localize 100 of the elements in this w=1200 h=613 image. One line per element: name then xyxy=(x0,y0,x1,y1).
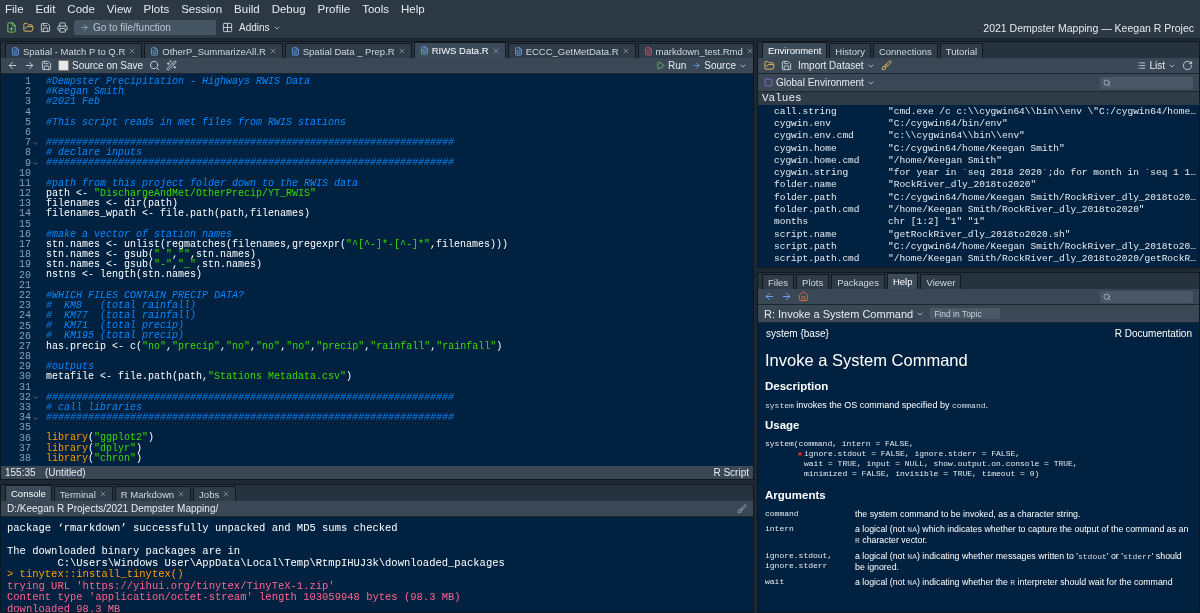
refresh-icon[interactable] xyxy=(1182,60,1193,71)
close-icon[interactable] xyxy=(268,47,277,55)
forward-icon[interactable] xyxy=(781,291,792,302)
back-icon[interactable] xyxy=(764,291,775,302)
code-line: # declare inputs xyxy=(46,149,142,158)
scope-selector[interactable]: (Untitled) xyxy=(45,467,86,478)
section-heading: Arguments xyxy=(765,489,827,501)
menu-item[interactable]: Edit xyxy=(35,2,56,15)
search-icon[interactable] xyxy=(149,60,161,71)
home-icon[interactable] xyxy=(798,291,809,302)
view-mode-button[interactable]: List xyxy=(1137,60,1176,71)
new-file-icon[interactable] xyxy=(6,22,17,33)
editor-tab[interactable]: markdown_test.Rmd xyxy=(637,43,753,58)
argument-name: ignore.stdout, xyxy=(765,550,834,561)
menu-item[interactable]: Plots xyxy=(143,2,170,15)
environment-selector[interactable]: Global Environment xyxy=(764,77,875,88)
print-icon[interactable] xyxy=(57,22,68,33)
line-number: 11 xyxy=(18,178,31,189)
back-icon[interactable] xyxy=(7,60,18,71)
argument-description: the system command to be invoked, as a character string. xyxy=(855,509,1082,520)
variable-value: "C:/cygwin64/home/Keegan Smith/RockRiver_dly_2018to20… xyxy=(888,191,1197,203)
broom-icon[interactable] xyxy=(880,60,892,71)
folder-icon[interactable] xyxy=(23,22,34,33)
menu-item[interactable]: Profile xyxy=(317,2,351,15)
line-number: 34 xyxy=(18,413,31,424)
variable-name: script.name xyxy=(774,228,838,240)
environment-tab[interactable]: Environment xyxy=(762,42,828,58)
broom-icon[interactable] xyxy=(737,503,747,514)
panel-tab[interactable]: Packages xyxy=(831,274,885,289)
environment-tab[interactable]: Tutorial xyxy=(939,43,984,58)
menu-item[interactable]: Session xyxy=(181,2,223,15)
variable-value: "RockRiver_dly_2018to2020" xyxy=(888,179,1038,191)
code-line: # KM8 (total rainfall) xyxy=(46,301,197,311)
code-line: stn.names <- unlist(regmatches(filenames,gregexpr("^[^-]*-[^-]*",filenames))) xyxy=(46,240,509,250)
variable-value: "/home/Keegan Smith/RockRiver_dly_2018to2020/getRockR… xyxy=(888,253,1197,265)
run-button[interactable]: Run xyxy=(655,60,687,71)
panel-tab[interactable]: Files xyxy=(762,274,795,289)
code-line: #Dempster Precipitation - Highways RWIS Data xyxy=(46,77,311,87)
menu-item[interactable]: Tools xyxy=(362,2,389,15)
close-icon[interactable] xyxy=(222,490,231,498)
close-icon[interactable] xyxy=(621,47,630,55)
find-in-topic-field[interactable]: Find in Topic xyxy=(930,308,1001,319)
environment-tab[interactable]: Connections xyxy=(872,43,938,58)
save-icon[interactable] xyxy=(40,22,51,33)
project-name[interactable]: 2021 Dempster Mapping — Keegan R Projec xyxy=(983,21,1194,34)
grid-icon[interactable] xyxy=(222,22,233,33)
line-number: 14 xyxy=(18,209,31,220)
panel-tab[interactable]: Plots xyxy=(796,274,830,289)
menu-item[interactable]: File xyxy=(5,2,24,15)
go-to-file-field[interactable]: Go to file/function xyxy=(74,20,216,35)
variable-value: "for year in `seq 2018 2020`;do for month in `seq 1 1… xyxy=(888,167,1197,179)
menu-item[interactable]: Build xyxy=(234,2,260,15)
console-tab[interactable]: Terminal xyxy=(53,486,113,501)
working-directory[interactable]: D:/Keegan R Projects/2021 Dempster Mapping/ xyxy=(7,503,219,514)
line-number: 6 xyxy=(24,127,31,138)
close-icon[interactable] xyxy=(745,47,753,55)
console-tab[interactable]: Console xyxy=(5,485,52,501)
close-icon[interactable] xyxy=(397,47,406,55)
editor-tab[interactable]: RIWS Data.R xyxy=(413,42,506,58)
menu-item[interactable]: Code xyxy=(67,2,95,15)
variable-value: "/home/Keegan Smith/RockRiver_dly_2018to2020" xyxy=(888,204,1146,215)
menu-item[interactable]: View xyxy=(106,2,132,15)
close-icon[interactable] xyxy=(491,46,500,55)
wand-icon[interactable] xyxy=(166,60,178,71)
console-tab[interactable]: Jobs xyxy=(193,486,237,501)
menu-item[interactable]: Help xyxy=(401,2,425,15)
usage-code: minimized = FALSE, invisible = TRUE, timeout = 0) xyxy=(804,469,1040,479)
source-button[interactable]: Source xyxy=(692,60,747,71)
file-type-selector[interactable]: R Script xyxy=(713,467,749,478)
console-line: trying URL 'https://yihui.org/tinytex/TinyTeX-1.zip' xyxy=(7,580,336,592)
console-tab[interactable]: R Markdown xyxy=(114,486,192,501)
addins-button[interactable]: Addins xyxy=(239,22,281,33)
r-file-icon xyxy=(419,46,429,55)
search-field[interactable] xyxy=(1100,76,1193,89)
close-icon[interactable] xyxy=(98,490,107,498)
folder-icon[interactable] xyxy=(764,60,775,71)
editor-tab[interactable]: OtherP_SummarizeAll.R xyxy=(144,43,283,58)
close-icon[interactable] xyxy=(128,47,137,55)
editor-tab[interactable]: ECCC_GetMetData.R xyxy=(507,43,636,58)
close-icon[interactable] xyxy=(177,490,186,498)
topic-selector[interactable]: R: Invoke a System Command xyxy=(764,307,925,320)
panel-tab[interactable]: Help xyxy=(886,273,919,289)
source-on-save-checkbox[interactable]: Source on Save xyxy=(58,60,144,71)
panel-tab[interactable]: Viewer xyxy=(920,274,962,289)
line-number: 4 xyxy=(24,107,31,118)
variable-value: "getRockRiver_dly_2018to2020.sh" xyxy=(888,228,1072,240)
menu-item[interactable]: Debug xyxy=(271,2,306,15)
forward-icon[interactable] xyxy=(24,60,35,71)
editor-tab[interactable]: Spatial - Match P to Q.R xyxy=(5,43,143,58)
line-number: 38 xyxy=(18,453,31,465)
environment-tab[interactable]: History xyxy=(829,43,871,58)
code-line: #################################################################### xyxy=(46,414,455,423)
line-number: 5 xyxy=(24,117,31,128)
editor-tab[interactable]: Spatial Data _ Prep.R xyxy=(284,43,412,58)
console-line: downloaded 98.3 MB xyxy=(7,603,122,612)
console-line: package ‘rmarkdown’ successfully unpacked and MD5 sums checked xyxy=(7,523,399,535)
import-dataset-button[interactable]: Import Dataset xyxy=(798,60,875,71)
save-icon[interactable] xyxy=(41,60,52,71)
save-icon[interactable] xyxy=(781,60,792,71)
search-field[interactable] xyxy=(1100,290,1193,303)
